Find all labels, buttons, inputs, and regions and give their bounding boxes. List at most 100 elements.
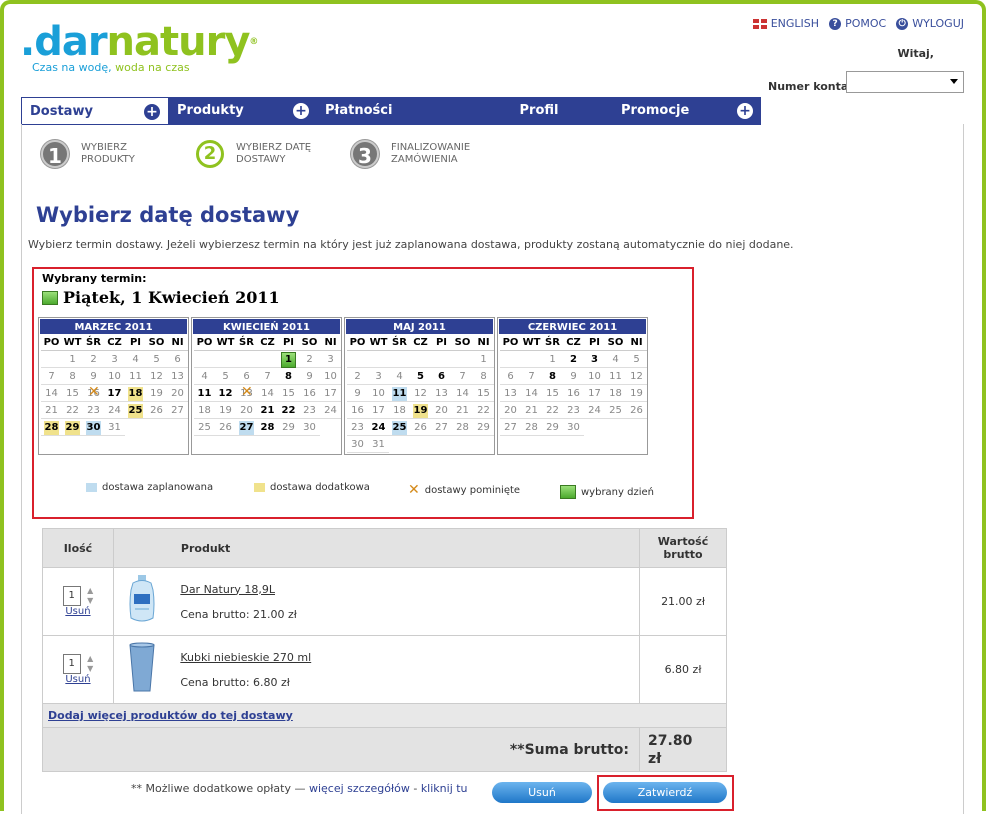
calendar-day[interactable]: 5 bbox=[146, 351, 167, 368]
click-here-link[interactable]: kliknij tu bbox=[421, 782, 468, 795]
quantity-input[interactable]: 1 bbox=[62, 654, 81, 674]
calendar-day[interactable]: 21 bbox=[452, 402, 473, 419]
help-link[interactable]: ? POMOC bbox=[829, 17, 886, 30]
calendar-day[interactable]: 6 bbox=[500, 368, 521, 385]
calendar-day[interactable]: 23 bbox=[83, 402, 104, 419]
calendar-day[interactable]: 21 bbox=[257, 402, 278, 419]
calendar-day[interactable]: 8 bbox=[278, 368, 299, 385]
calendar-day[interactable]: 21 bbox=[521, 402, 542, 419]
calendar-day[interactable]: 23 bbox=[563, 402, 584, 419]
calendar-day[interactable]: 7 bbox=[452, 368, 473, 385]
calendar-day[interactable]: 25 bbox=[194, 419, 215, 436]
calendar-day[interactable]: 1 bbox=[473, 351, 494, 368]
calendar-day[interactable]: 29 bbox=[278, 419, 299, 436]
calendar-day[interactable]: 27 bbox=[236, 419, 257, 436]
calendar-day[interactable]: 20 bbox=[167, 385, 188, 402]
calendar-day[interactable]: 24 bbox=[320, 402, 341, 419]
calendar-day[interactable]: 19 bbox=[626, 385, 647, 402]
calendar-day[interactable]: 5 bbox=[410, 368, 431, 385]
more-details-link[interactable]: więcej szczegółów bbox=[309, 782, 410, 795]
calendar-day[interactable]: 19 bbox=[410, 402, 431, 419]
calendar-day[interactable]: 4 bbox=[194, 368, 215, 385]
calendar-day[interactable]: 11 bbox=[605, 368, 626, 385]
calendar-day[interactable]: 31 bbox=[104, 419, 125, 436]
calendar-day[interactable]: 9 bbox=[347, 385, 368, 402]
calendar-day[interactable]: 9 bbox=[299, 368, 320, 385]
calendar-day[interactable]: 10 bbox=[584, 368, 605, 385]
calendar-day[interactable]: 27 bbox=[167, 402, 188, 419]
calendar-day[interactable]: 2 bbox=[83, 351, 104, 368]
quantity-stepper[interactable]: ▲ ▼ bbox=[87, 586, 93, 606]
calendar-day[interactable]: 30 bbox=[563, 419, 584, 436]
nav-tab-platnosci[interactable]: Płatności bbox=[317, 97, 465, 125]
calendar-day[interactable]: 25 bbox=[389, 419, 410, 436]
calendar-day[interactable]: 3 bbox=[584, 351, 605, 368]
calendar-day[interactable]: 4 bbox=[125, 351, 146, 368]
calendar-day[interactable]: 9 bbox=[83, 368, 104, 385]
calendar-day[interactable]: 15 bbox=[62, 385, 83, 402]
calendar-day[interactable]: 15 bbox=[473, 385, 494, 402]
calendar-day[interactable]: 2 bbox=[347, 368, 368, 385]
calendar-day[interactable]: 5 bbox=[626, 351, 647, 368]
calendar-day[interactable]: 12 bbox=[626, 368, 647, 385]
calendar-day[interactable]: 10 bbox=[320, 368, 341, 385]
plus-icon[interactable]: + bbox=[293, 103, 309, 119]
calendar-day[interactable]: 11 bbox=[194, 385, 215, 402]
calendar-day[interactable]: 11 bbox=[125, 368, 146, 385]
calendar-day[interactable]: 18 bbox=[605, 385, 626, 402]
calendar-day[interactable]: 22 bbox=[278, 402, 299, 419]
calendar-day[interactable]: 14 bbox=[452, 385, 473, 402]
calendar-day[interactable]: 15 bbox=[278, 385, 299, 402]
calendar-day[interactable]: 14 bbox=[257, 385, 278, 402]
calendar-day[interactable]: 17 bbox=[368, 402, 389, 419]
plus-icon[interactable]: + bbox=[144, 104, 160, 120]
calendar-day[interactable]: 4 bbox=[605, 351, 626, 368]
calendar-day[interactable]: 13 bbox=[236, 385, 257, 402]
calendar-day[interactable]: 23 bbox=[347, 419, 368, 436]
calendar-day[interactable]: 14 bbox=[41, 385, 62, 402]
add-more-products-link[interactable]: Dodaj więcej produktów do tej dostawy bbox=[48, 709, 293, 722]
calendar-day[interactable]: 28 bbox=[452, 419, 473, 436]
remove-item-link[interactable]: Usuń bbox=[44, 606, 112, 617]
calendar-day[interactable]: 10 bbox=[104, 368, 125, 385]
calendar-day[interactable]: 1 bbox=[62, 351, 83, 368]
calendar-day[interactable]: 4 bbox=[389, 368, 410, 385]
calendar-day[interactable]: 22 bbox=[542, 402, 563, 419]
calendar-day[interactable]: 24 bbox=[584, 402, 605, 419]
calendar-day[interactable]: 6 bbox=[236, 368, 257, 385]
product-name-link[interactable]: Kubki niebieskie 270 ml bbox=[180, 651, 638, 664]
calendar-day[interactable]: 29 bbox=[62, 419, 83, 436]
calendar-day[interactable]: 25 bbox=[125, 402, 146, 419]
calendar-day[interactable]: 28 bbox=[41, 419, 62, 436]
calendar-day[interactable]: 2 bbox=[299, 351, 320, 368]
calendar-day[interactable]: 29 bbox=[473, 419, 494, 436]
calendar-day[interactable]: 11 bbox=[389, 385, 410, 402]
calendar-day[interactable]: 27 bbox=[431, 419, 452, 436]
calendar-day[interactable]: 21 bbox=[41, 402, 62, 419]
nav-tab-dostawy[interactable]: Dostawy + bbox=[21, 97, 169, 125]
nav-tab-profil[interactable]: Profil bbox=[465, 97, 613, 125]
calendar-day[interactable]: 22 bbox=[473, 402, 494, 419]
remove-item-link[interactable]: Usuń bbox=[44, 674, 112, 685]
calendar-day[interactable]: 13 bbox=[167, 368, 188, 385]
logout-link[interactable]: ⏻ WYLOGUJ bbox=[896, 17, 964, 30]
calendar-day[interactable]: 15 bbox=[542, 385, 563, 402]
calendar-day[interactable]: 26 bbox=[146, 402, 167, 419]
calendar-day[interactable]: 17 bbox=[584, 385, 605, 402]
remove-button[interactable]: Usuń bbox=[492, 782, 592, 803]
calendar-day[interactable]: 16 bbox=[563, 385, 584, 402]
calendar-day[interactable]: 30 bbox=[347, 436, 368, 453]
calendar-day[interactable]: 12 bbox=[146, 368, 167, 385]
product-name-link[interactable]: Dar Natury 18,9L bbox=[180, 583, 638, 596]
calendar-day[interactable]: 27 bbox=[500, 419, 521, 436]
calendar-day[interactable]: 30 bbox=[299, 419, 320, 436]
nav-tab-produkty[interactable]: Produkty + bbox=[169, 97, 317, 125]
calendar-day[interactable]: 20 bbox=[500, 402, 521, 419]
calendar-day[interactable]: 12 bbox=[215, 385, 236, 402]
calendar-day[interactable]: 31 bbox=[368, 436, 389, 453]
calendar-day[interactable]: 25 bbox=[605, 402, 626, 419]
confirm-button[interactable]: Zatwierdź bbox=[603, 782, 727, 803]
calendar-day[interactable]: 29 bbox=[542, 419, 563, 436]
calendar-day[interactable]: 16 bbox=[347, 402, 368, 419]
nav-tab-promocje[interactable]: Promocje + bbox=[613, 97, 761, 125]
